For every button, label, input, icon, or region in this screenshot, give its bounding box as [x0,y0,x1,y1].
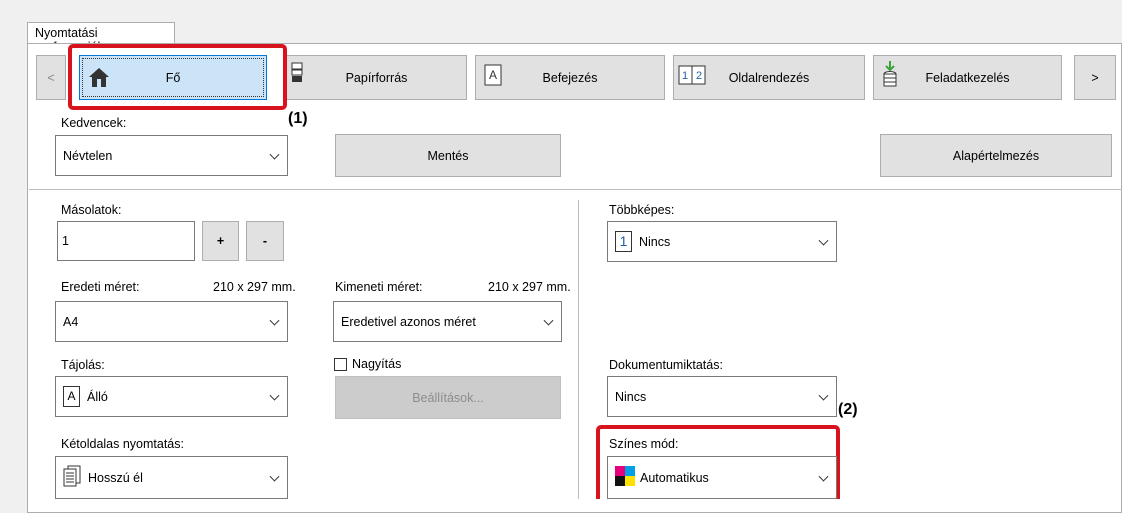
tab-job-handling[interactable]: Feladatkezelés [873,55,1062,100]
stamp-value: Nincs [615,389,647,404]
output-size-value: Eredetivel azonos méret [341,314,476,329]
svg-text:A: A [489,68,497,82]
stamp-label: Dokumentumiktatás: [609,358,723,372]
copies-minus-button[interactable]: - [246,221,284,261]
duplex-label: Kétoldalas nyomtatás: [61,437,184,451]
color-squares-icon [615,466,635,489]
paper-tray-icon [291,62,305,89]
prev-tab-button[interactable]: < [36,55,66,100]
zoom-settings-button[interactable]: Beállítások... [335,376,561,419]
orientation-label: Tájolás: [61,358,105,372]
tab-paper-source[interactable]: Papírforrás [286,55,467,100]
output-size-select[interactable]: Eredetivel azonos méret [333,301,562,342]
chevron-down-icon [269,149,280,160]
chevron-down-icon [818,390,829,401]
zoom-label: Nagyítás [352,357,402,371]
orientation-select[interactable]: A Álló [55,376,288,417]
defaults-button[interactable]: Alapértelmezés [880,134,1112,177]
chevron-down-icon [269,390,280,401]
favorites-label: Kedvencek: [61,116,127,130]
original-size-dims: 210 x 297 mm. [213,280,296,294]
favorites-select[interactable]: Névtelen [55,135,288,176]
tab-finishing-label: Befejezés [542,70,598,85]
save-button[interactable]: Mentés [335,134,561,177]
tab-paper-source-label: Papírforrás [345,70,408,85]
next-tab-button[interactable]: > [1074,55,1116,100]
color-mode-label: Színes mód: [609,437,679,451]
nup-label: Többképes: [609,203,675,217]
job-stack-icon [882,60,898,93]
copies-label: Másolatok: [61,203,122,217]
portrait-page-icon: A [63,386,80,407]
chevron-down-icon [269,471,280,482]
favorites-value: Névtelen [63,148,113,163]
tab-layout[interactable]: 12 Oldalrendezés [673,55,865,100]
duplex-value: Hosszú él [88,470,143,485]
duplex-long-edge-icon [63,465,81,490]
original-size-select[interactable]: A4 [55,301,288,342]
divider-horizontal [29,189,1122,190]
copies-input[interactable]: 1 [57,221,195,261]
layout-1-2-icon: 12 [678,65,706,88]
original-size-value: A4 [63,314,79,329]
tab-layout-label: Oldalrendezés [728,70,810,85]
tab-finishing[interactable]: A Befejezés [475,55,665,100]
orientation-value: Álló [87,389,108,404]
callout-2: (2) [838,401,858,418]
chevron-down-icon [269,315,280,326]
tab-job-handling-label: Feladatkezelés [925,70,1010,85]
original-size-label: Eredeti méret: [61,280,140,294]
chevron-down-icon [818,471,829,482]
main-panel [27,43,1122,513]
nup-value: Nincs [639,234,671,249]
output-size-label: Kimeneti méret: [335,280,423,294]
chevron-down-icon [818,235,829,246]
svg-text:2: 2 [696,70,702,82]
copies-plus-button[interactable]: + [202,221,239,261]
stamp-select[interactable]: Nincs [607,376,837,417]
duplex-select[interactable]: Hosszú él [55,456,288,499]
divider-vertical [578,200,579,499]
finishing-page-icon: A [484,64,502,89]
output-size-dims: 210 x 297 mm. [488,280,571,294]
nup-1-icon: 1 [615,231,632,252]
chevron-down-icon [543,315,554,326]
zoom-checkbox[interactable] [334,358,347,371]
highlight-box-1 [68,44,287,110]
nup-select[interactable]: 1 Nincs [607,221,837,262]
callout-1: (1) [288,110,308,127]
svg-text:1: 1 [682,70,688,82]
color-mode-value: Automatikus [640,470,709,485]
window-tab[interactable]: Nyomtatási preferenciák [27,22,175,54]
color-mode-select[interactable]: Automatikus [607,456,837,499]
